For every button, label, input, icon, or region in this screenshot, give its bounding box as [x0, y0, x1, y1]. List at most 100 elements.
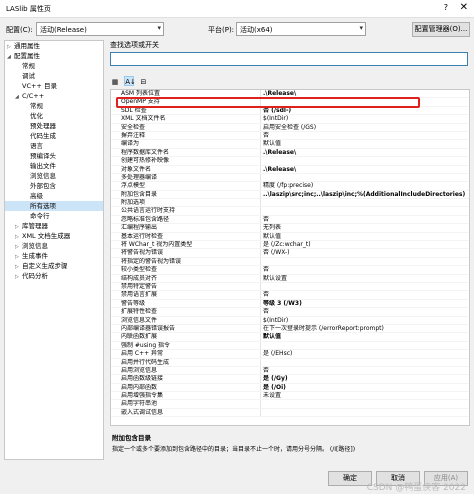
property-value[interactable]: 默认值 [263, 140, 468, 148]
property-value[interactable]: 精度 (/fp:precise) [263, 182, 468, 190]
property-row[interactable]: 汇编程序输出 无列表 [111, 224, 469, 233]
tree-item[interactable]: 外部包含 [5, 181, 103, 191]
categorized-view-icon[interactable]: ▦ [110, 77, 120, 87]
property-row[interactable]: 禁用语言扩展 否 [111, 291, 469, 300]
property-row[interactable]: 安全检查 启用安全检查 (/GS) [111, 123, 469, 132]
property-value[interactable]: .\Release\ [263, 149, 468, 157]
property-row[interactable]: 启用内部函数 是 (/Oi) [111, 383, 469, 393]
property-row[interactable]: 强制 #using 指令 [111, 341, 469, 351]
property-value[interactable]: 是 (/Oi) [263, 384, 468, 392]
tree-item[interactable]: ▷ XML 文档生成器 [5, 231, 103, 241]
alphabetical-sort-icon[interactable]: A↓ [124, 76, 136, 86]
property-value[interactable]: 无列表 [263, 224, 468, 232]
property-row[interactable]: 创建可热修补映像 [111, 157, 469, 166]
property-row[interactable]: 附加包含目录 ..\laszip\src;inc;..\laszip\inc;%(… [111, 190, 469, 200]
tree-item[interactable]: ▷ 生成事件 [5, 251, 103, 261]
property-row[interactable]: 禁用特定警告 [111, 282, 469, 292]
property-row[interactable]: 忽略标准包含路径 否 [111, 215, 469, 225]
tree-item[interactable]: 预编译头 [5, 151, 103, 161]
tree-item[interactable]: 高级 [5, 191, 103, 201]
property-row[interactable]: 编译为 默认值 [111, 140, 469, 149]
property-value[interactable]: 未设置 [263, 392, 468, 400]
property-tree[interactable]: ▷ 通用属性 ◢ 配置属性 常规 调试 VC++ 目录 ◢ C/C++ 常规 优化 预处理器 代码生成语… [4, 40, 104, 460]
property-value[interactable]: 是 (/Gy) [263, 375, 468, 383]
property-value[interactable]: 等级 3 (/W3) [263, 300, 468, 308]
tree-item[interactable]: 命令行 [5, 211, 103, 221]
property-row[interactable]: 摒弃注释 否 [111, 131, 469, 141]
property-row[interactable]: 将指定的警告视为错误 [111, 257, 469, 267]
property-value[interactable]: 在下一次登录时提示 (/errorReport:prompt) [263, 325, 468, 333]
property-row[interactable]: 公共语言运行时支持 [111, 207, 469, 216]
property-row[interactable]: 启用增强指令集 未设置 [111, 392, 469, 401]
tree-item[interactable]: ▷ 代码分析 [5, 271, 103, 281]
search-input[interactable] [110, 52, 468, 66]
property-row[interactable]: 将警告视为错误 否 (/WX-) [111, 249, 469, 258]
collapsed-arrow-icon[interactable]: ▷ [15, 272, 22, 282]
property-row[interactable]: 浏览信息文件 $(IntDir) [111, 316, 469, 325]
property-row[interactable]: SDL 检查 否 (/sdl-) [111, 106, 469, 116]
tree-item[interactable]: 浏览信息 [5, 171, 103, 181]
property-value[interactable]: 是 (/Zc:wchar_t) [263, 241, 468, 249]
property-value[interactable]: 默认设置 [263, 275, 468, 283]
property-row[interactable]: 嵌入式调试信息 [111, 408, 469, 418]
platform-select[interactable]: 活动(x64) ▾ [236, 22, 366, 36]
close-icon[interactable]: ✕ [460, 2, 468, 13]
property-value[interactable]: $(IntDir) [263, 317, 468, 325]
property-row[interactable]: 扩展特性检查 否 [111, 308, 469, 317]
property-row[interactable]: 启用 C++ 异常 是 (/EHsc) [111, 350, 469, 359]
property-value[interactable]: 启用安全检查 (/GS) [263, 124, 468, 132]
property-row[interactable]: 将 WChar_t 视为内置类型 是 (/Zc:wchar_t) [111, 241, 469, 250]
property-row[interactable]: 浮点模型 精度 (/fp:precise) [111, 182, 469, 191]
tree-item[interactable]: 优化 [5, 111, 103, 121]
tree-item[interactable]: ▷ 自定义生成步骤 [5, 261, 103, 271]
property-value[interactable]: 是 (/EHsc) [263, 350, 468, 358]
tree-item[interactable]: VC++ 目录 [5, 81, 103, 91]
tree-item[interactable]: ◢ 配置属性 [5, 51, 103, 61]
property-value[interactable]: .\Release\ [263, 166, 468, 174]
property-value[interactable]: 否 (/sdl-) [263, 107, 468, 115]
tree-item[interactable]: 常规 [5, 61, 103, 71]
property-row[interactable]: XML 文档文件名 $(IntDir) [111, 115, 469, 124]
property-value[interactable]: 默认值 [263, 233, 468, 241]
config-manager-button[interactable]: 配置管理器(O)... [412, 22, 470, 37]
property-row[interactable]: 内部编译器错误报告 在下一次登录时提示 (/errorReport:prompt) [111, 324, 469, 334]
tree-item[interactable]: 预处理器 [5, 121, 103, 131]
property-value[interactable]: 默认值 [263, 333, 468, 341]
tree-item[interactable]: ▷ 通用属性 [5, 41, 103, 51]
property-value[interactable]: 否 [263, 291, 468, 299]
tree-item[interactable]: 输出文件 [5, 161, 103, 171]
tree-item[interactable]: 代码生成 [5, 131, 103, 141]
property-row[interactable]: 结构成员对齐 默认设置 [111, 274, 469, 283]
property-value[interactable]: 否 [263, 132, 468, 140]
property-row[interactable]: 启用并行代码生成 [111, 358, 469, 367]
ok-button[interactable]: 确定 [328, 471, 372, 486]
property-value[interactable]: 否 [263, 367, 468, 375]
property-row[interactable]: 较小类型检查 否 [111, 266, 469, 275]
property-row[interactable]: 对象文件名 .\Release\ [111, 165, 469, 174]
tree-item[interactable]: 所有选项 [5, 201, 103, 211]
property-row[interactable]: 启用字符串池 [111, 400, 469, 409]
property-row[interactable]: 警告等级 等级 3 (/W3) [111, 299, 469, 309]
property-value[interactable]: ..\laszip\src;inc;..\laszip\inc;%(Additi… [263, 191, 468, 199]
property-row[interactable]: 附加选项 [111, 199, 469, 208]
property-pages-icon[interactable]: ⊟ [138, 77, 148, 87]
property-row[interactable]: 多处理器编译 [111, 173, 469, 183]
tree-item[interactable]: ◢ C/C++ [5, 91, 103, 101]
help-icon[interactable]: ? [444, 3, 448, 12]
tree-item[interactable]: 调试 [5, 71, 103, 81]
tree-item[interactable]: ▷ 库管理器 [5, 221, 103, 231]
config-select[interactable]: 活动(Release) ▾ [36, 22, 164, 36]
property-row[interactable]: 基本运行时检查 默认值 [111, 232, 469, 242]
tree-item[interactable]: 语言 [5, 141, 103, 151]
property-row[interactable]: 启用函数级链接 是 (/Gy) [111, 375, 469, 384]
property-value[interactable]: 否 [263, 266, 468, 274]
property-value[interactable]: 否 [263, 308, 468, 316]
property-row[interactable]: 启用浏览信息 否 [111, 366, 469, 376]
tree-item[interactable]: 常规 [5, 101, 103, 111]
property-value[interactable]: 否 (/WX-) [263, 249, 468, 257]
property-value[interactable]: $(IntDir) [263, 115, 468, 123]
property-row[interactable]: 内联函数扩展 默认值 [111, 333, 469, 342]
tree-item[interactable]: ▷ 浏览信息 [5, 241, 103, 251]
property-row[interactable]: 程序数据库文件名 .\Release\ [111, 148, 469, 158]
property-value[interactable]: 否 [263, 216, 468, 224]
